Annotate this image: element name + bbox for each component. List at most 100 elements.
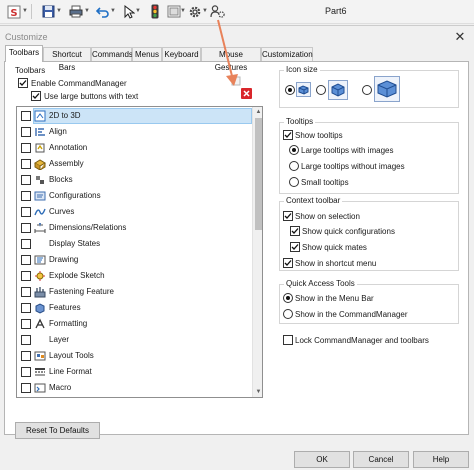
save-icon[interactable] — [40, 3, 57, 20]
scroll-up-arrow-icon[interactable]: ▲ — [255, 108, 262, 116]
toolbar-list-item[interactable]: Layer — [17, 332, 252, 348]
enable-commandmanager-checkbox[interactable] — [18, 78, 28, 88]
toolbar-list-item[interactable]: Layout Tools — [17, 348, 252, 364]
chevron-down-icon[interactable]: ▼ — [202, 7, 208, 15]
large-tooltips-no-images-radio[interactable] — [289, 161, 299, 171]
toolbar-list-item[interactable]: Configurations — [17, 188, 252, 204]
toolbar-item-label: Align — [49, 127, 67, 136]
show-quick-mates-checkbox[interactable] — [290, 242, 300, 252]
toolbar-item-checkbox[interactable] — [21, 287, 31, 297]
toolbar-list-item[interactable]: Blocks — [17, 172, 252, 188]
line-format-icon — [35, 368, 45, 376]
toolbar-item-checkbox[interactable] — [21, 207, 31, 217]
toolbar-list-item[interactable]: Align — [17, 124, 252, 140]
tab-keyboard[interactable]: Keyboard — [162, 47, 201, 61]
scrollbar-thumb[interactable] — [255, 118, 262, 230]
toolbar-item-checkbox[interactable] — [21, 351, 31, 361]
toolbar-list-item[interactable]: Explode Sketch — [17, 268, 252, 284]
toolbar-item-checkbox[interactable] — [21, 143, 31, 153]
toolbar-list-item[interactable]: Fastening Feature — [17, 284, 252, 300]
toolbar-list-item[interactable]: Assembly — [17, 156, 252, 172]
toolbar-list[interactable]: 2D to 3D Align Annotation Assembly Blocks Con… — [16, 106, 263, 398]
toolbar-list-item[interactable]: Annotation — [17, 140, 252, 156]
show-on-selection-label: Show on selection — [295, 212, 360, 221]
scroll-down-arrow-icon[interactable]: ▼ — [255, 388, 262, 396]
ok-button[interactable]: OK — [294, 451, 350, 468]
icon-size-medium-icon — [328, 80, 348, 100]
toolbar-item-checkbox[interactable] — [21, 175, 31, 185]
chevron-down-icon[interactable]: ▼ — [110, 7, 116, 15]
chevron-down-icon[interactable]: ▼ — [135, 7, 141, 15]
toolbar-item-checkbox[interactable] — [21, 223, 31, 233]
toolbar-item-checkbox[interactable] — [21, 335, 31, 345]
lock-commandmanager-checkbox[interactable] — [283, 335, 293, 345]
toolbar-separator — [31, 4, 32, 19]
remove-x-icon[interactable] — [241, 88, 252, 99]
toolbar-list-item[interactable]: Drawing — [17, 252, 252, 268]
macro-icon — [34, 383, 46, 393]
toolbar-item-checkbox[interactable] — [21, 239, 31, 249]
explode-sketch-icon — [35, 271, 45, 281]
toolbar-item-checkbox[interactable] — [21, 191, 31, 201]
toolbar-item-label: Dimensions/Relations — [49, 223, 127, 232]
show-quick-configurations-checkbox[interactable] — [290, 226, 300, 236]
show-in-commandmanager-radio[interactable] — [283, 309, 293, 319]
toolbar-list-item[interactable]: Features — [17, 300, 252, 316]
toolbar-item-checkbox[interactable] — [21, 383, 31, 393]
large-buttons-checkbox[interactable] — [31, 91, 41, 101]
toolbar-item-checkbox[interactable] — [21, 303, 31, 313]
toolbar-list-item[interactable]: Curves — [17, 204, 252, 220]
toolbar-item-checkbox[interactable] — [21, 255, 31, 265]
chevron-down-icon[interactable]: ▼ — [22, 7, 28, 15]
toolbar-list-item[interactable]: Display States — [17, 236, 252, 252]
toolbar-item-checkbox[interactable] — [21, 159, 31, 169]
toolbar-item-checkbox[interactable] — [21, 127, 31, 137]
toolbar-list-item[interactable]: Line Format — [17, 364, 252, 380]
toolbar-item-checkbox[interactable] — [21, 111, 31, 121]
show-in-menu-bar-radio[interactable] — [283, 293, 293, 303]
show-tooltips-checkbox[interactable] — [283, 130, 293, 140]
print-icon[interactable] — [67, 3, 84, 20]
large-tooltips-images-radio[interactable] — [289, 145, 299, 155]
app-toolbar: S ▼ ▼ ▼ ▼ ▼ ▼ ▼ Part6 — [0, 0, 474, 24]
tab-commands[interactable]: Commands — [91, 47, 133, 61]
icon-size-small-radio[interactable] — [285, 85, 295, 95]
toolbar-list-item[interactable]: 2D to 3D — [17, 108, 252, 124]
toolbar-item-checkbox[interactable] — [21, 319, 31, 329]
drawing-icon — [34, 255, 46, 265]
toolbar-list-item[interactable]: Macro — [17, 380, 252, 396]
customize-icon[interactable] — [209, 3, 226, 20]
help-button[interactable]: Help — [413, 451, 469, 468]
icon-size-medium-radio[interactable] — [316, 85, 326, 95]
vertical-scrollbar[interactable]: ▲ ▼ — [252, 107, 262, 397]
tab-shortcut-bars[interactable]: Shortcut Bars — [43, 47, 91, 72]
options-gear-icon[interactable] — [186, 3, 203, 20]
traffic-light-icon[interactable] — [146, 3, 163, 20]
toolbar-item-label: Assembly — [49, 159, 84, 168]
dialog-title: Customize — [5, 32, 48, 42]
toolbar-list-item[interactable]: Dimensions/Relations — [17, 220, 252, 236]
icon-size-large-radio[interactable] — [362, 85, 372, 95]
cancel-button[interactable]: Cancel — [353, 451, 409, 468]
toolbar-item-label: Annotation — [49, 143, 88, 152]
chevron-down-icon[interactable]: ▼ — [56, 7, 62, 15]
undo-icon[interactable] — [94, 3, 111, 20]
tab-mouse-gestures[interactable]: Mouse Gestures — [201, 47, 261, 72]
chevron-down-icon[interactable]: ▼ — [84, 7, 90, 15]
show-in-shortcut-menu-checkbox[interactable] — [283, 258, 293, 268]
toolbar-item-checkbox[interactable] — [21, 271, 31, 281]
tab-customization[interactable]: Customization — [261, 47, 313, 61]
features-icon — [35, 303, 45, 314]
tab-menus[interactable]: Menus — [132, 47, 162, 61]
context-toolbar-label: Context toolbar — [284, 196, 343, 205]
show-in-shortcut-menu-label: Show in shortcut menu — [295, 259, 377, 268]
small-tooltips-radio[interactable] — [289, 177, 299, 187]
tab-toolbars[interactable]: Toolbars — [5, 45, 43, 62]
toolbar-list-item[interactable]: Formatting — [17, 316, 252, 332]
solidworks-s-icon[interactable]: S — [5, 3, 22, 20]
reset-to-defaults-button[interactable]: Reset To Defaults — [15, 422, 100, 439]
enable-commandmanager-label: Enable CommandManager — [31, 79, 127, 88]
show-on-selection-checkbox[interactable] — [283, 211, 293, 221]
close-icon[interactable]: ✕ — [451, 28, 469, 46]
toolbar-item-checkbox[interactable] — [21, 367, 31, 377]
